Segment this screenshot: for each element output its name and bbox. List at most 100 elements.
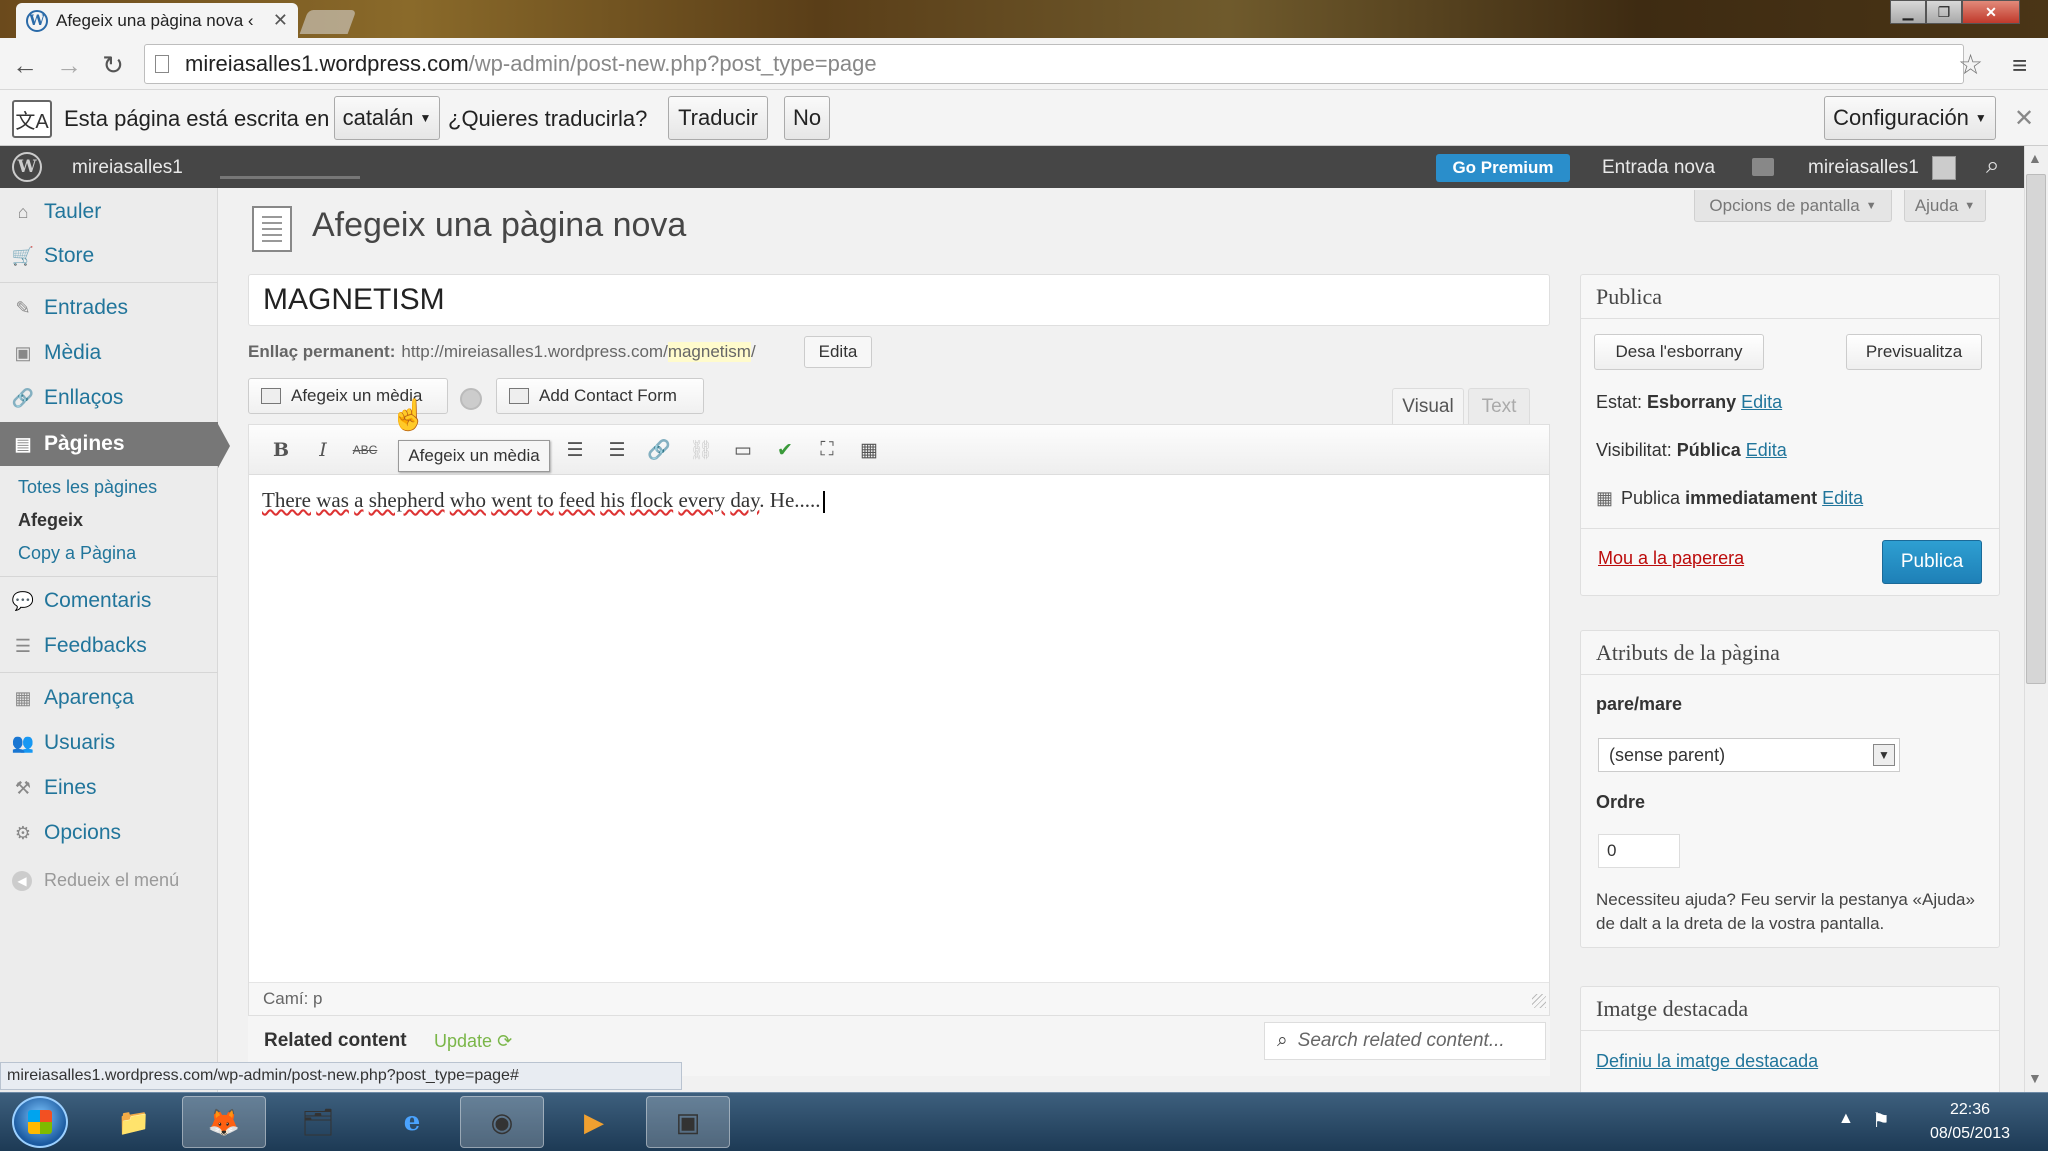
forward-arrow-icon[interactable]: → bbox=[52, 48, 86, 82]
set-featured-image-link[interactable]: Definiu la imatge destacada bbox=[1596, 1051, 1818, 1072]
sidebar-item-pagines[interactable]: ▤ Pàgines bbox=[0, 422, 218, 466]
translate-button[interactable]: Traducir bbox=[668, 96, 768, 140]
editor-path: Camí: p bbox=[249, 982, 1549, 1015]
reload-icon[interactable]: ↻ bbox=[96, 48, 130, 82]
add-contact-form-label: Add Contact Form bbox=[539, 386, 677, 405]
submenu-copy-page[interactable]: Copy a Pàgina bbox=[18, 543, 136, 564]
tab-visual[interactable]: Visual bbox=[1392, 388, 1464, 424]
scroll-up-icon[interactable]: ▲ bbox=[2028, 150, 2042, 166]
status-edit-link[interactable]: Edita bbox=[1741, 392, 1782, 413]
order-label: Ordre bbox=[1596, 792, 1646, 812]
explorer-icon[interactable]: 📁 bbox=[92, 1096, 176, 1148]
unlink-icon[interactable]: ⛓ bbox=[686, 436, 716, 464]
spellcheck-icon[interactable]: ✔ bbox=[770, 436, 800, 464]
poll-icon[interactable] bbox=[460, 388, 482, 410]
feedback-icon: ☰ bbox=[14, 635, 32, 656]
related-search-input[interactable]: ⌕ Search related content... bbox=[1264, 1022, 1546, 1060]
media-player-icon[interactable]: ▶ bbox=[552, 1096, 636, 1148]
tab-close-icon[interactable]: ✕ bbox=[273, 10, 288, 31]
address-bar[interactable]: mireiasalles1.wordpress.com/wp-admin/pos… bbox=[144, 44, 1964, 84]
save-draft-button[interactable]: Desa l'esborrany bbox=[1594, 334, 1764, 370]
avatar[interactable] bbox=[1932, 156, 1956, 180]
go-premium-button[interactable]: Go Premium bbox=[1436, 154, 1570, 182]
help-button[interactable]: Ajuda ▼ bbox=[1904, 190, 1986, 222]
system-clock[interactable]: 22:36 08/05/2013 bbox=[1910, 1098, 2030, 1146]
start-button[interactable] bbox=[12, 1096, 68, 1148]
scrollbar-thumb[interactable] bbox=[2026, 174, 2046, 684]
new-tab-button[interactable] bbox=[299, 10, 357, 34]
related-update-link[interactable]: Update ⟳ bbox=[434, 1031, 512, 1052]
notifications-icon[interactable] bbox=[1752, 158, 1774, 176]
editor-word: every bbox=[678, 488, 726, 512]
language-select[interactable]: catalán ▼ bbox=[334, 96, 440, 140]
sidebar-item-usuaris[interactable]: 👥 Usuaris bbox=[0, 721, 218, 765]
page-title: Afegeix una pàgina nova bbox=[312, 206, 687, 244]
sidebar-item-aparenca[interactable]: ▦ Aparença bbox=[0, 676, 218, 720]
sidebar-item-feedbacks[interactable]: ☰ Feedbacks bbox=[0, 624, 218, 668]
firefox-icon[interactable]: 🦊 bbox=[182, 1096, 266, 1148]
sidebar-item-eines[interactable]: ⚒ Eines bbox=[0, 766, 218, 810]
action-center-flag-icon[interactable]: ⚑ bbox=[1872, 1108, 1890, 1133]
strikethrough-icon[interactable]: ABC bbox=[350, 436, 380, 464]
permalink-edit-button[interactable]: Edita bbox=[804, 336, 872, 368]
new-post-link[interactable]: Entrada nova bbox=[1602, 157, 1715, 179]
site-name-link[interactable]: mireiasalles1 bbox=[72, 157, 183, 179]
chrome-icon[interactable]: ◉ bbox=[460, 1096, 544, 1148]
scroll-down-icon[interactable]: ▼ bbox=[2028, 1070, 2042, 1086]
align-center-icon[interactable]: ☰ bbox=[560, 436, 590, 464]
resize-handle-icon[interactable] bbox=[1532, 994, 1546, 1008]
window-close-button[interactable]: ✕ bbox=[1962, 0, 2020, 24]
bold-icon[interactable]: B bbox=[266, 436, 296, 464]
status-line: Estat: Esborrany Edita bbox=[1596, 392, 1782, 413]
sidebar-item-comentaris[interactable]: 💬 Comentaris bbox=[0, 579, 218, 623]
sidebar-item-opcions[interactable]: ⚙ Opcions bbox=[0, 811, 218, 855]
sidebar-item-media[interactable]: ▣ Mèdia bbox=[0, 331, 218, 375]
sidebar-item-store[interactable]: 🛒 Store bbox=[0, 234, 218, 278]
move-to-trash-link[interactable]: Mou a la paperera bbox=[1598, 548, 1744, 569]
tray-expand-icon[interactable]: ▲ bbox=[1838, 1110, 1854, 1128]
back-arrow-icon[interactable]: ← bbox=[8, 48, 42, 82]
chevron-down-icon: ▼ bbox=[1873, 744, 1895, 766]
submenu-add-new[interactable]: Afegeix bbox=[18, 510, 83, 531]
close-icon[interactable]: ✕ bbox=[2014, 104, 2034, 133]
internet-explorer-icon[interactable]: e bbox=[370, 1096, 454, 1148]
no-translate-button[interactable]: No bbox=[784, 96, 830, 140]
post-title-input[interactable]: MAGNETISM bbox=[248, 274, 1550, 326]
search-icon: ⌕ bbox=[1277, 1030, 1288, 1051]
browser-menu-icon[interactable]: ≡ bbox=[2012, 50, 2027, 81]
tab-title: Afegeix una pàgina nova ‹ bbox=[56, 10, 254, 30]
submenu-all-pages[interactable]: Totes les pàgines bbox=[18, 477, 157, 498]
sidebar-item-label: Feedbacks bbox=[44, 634, 147, 657]
wordpress-logo-icon[interactable]: W bbox=[12, 152, 42, 182]
window-maximize-button[interactable]: ❐ bbox=[1926, 0, 1962, 24]
user-menu-link[interactable]: mireiasalles1 bbox=[1808, 157, 1919, 179]
window-minimize-button[interactable]: ▁ bbox=[1890, 0, 1926, 24]
screen-options-button[interactable]: Opcions de pantalla ▼ bbox=[1694, 190, 1892, 222]
bookmark-star-icon[interactable]: ☆ bbox=[1958, 48, 1983, 81]
schedule-edit-link[interactable]: Edita bbox=[1822, 488, 1863, 509]
align-right-icon[interactable]: ☰ bbox=[602, 436, 632, 464]
translate-config-button[interactable]: Configuración ▼ bbox=[1824, 96, 1996, 140]
visibility-edit-link[interactable]: Edita bbox=[1746, 440, 1787, 461]
parent-select[interactable]: (sense parent) ▼ bbox=[1598, 738, 1900, 772]
search-icon[interactable]: ⌕ bbox=[1986, 152, 1999, 180]
insert-more-icon[interactable]: ▭ bbox=[728, 436, 758, 464]
publish-button[interactable]: Publica bbox=[1882, 540, 1982, 584]
tab-text[interactable]: Text bbox=[1468, 388, 1530, 424]
office-icon[interactable]: 🗂 bbox=[276, 1096, 360, 1148]
app-window-icon[interactable]: ▣ bbox=[646, 1096, 730, 1148]
fullscreen-icon[interactable]: ⛶ bbox=[812, 436, 842, 464]
preview-button[interactable]: Previsualitza bbox=[1846, 334, 1982, 370]
add-contact-form-button[interactable]: Add Contact Form bbox=[496, 378, 704, 414]
kitchen-sink-icon[interactable]: ▦ bbox=[854, 436, 884, 464]
sidebar-item-entrades[interactable]: ✎ Entrades bbox=[0, 286, 218, 330]
browser-tab-active[interactable]: W Afegeix una pàgina nova ‹ ✕ bbox=[16, 3, 298, 38]
editor-content[interactable]: There was a shepherd who went to feed hi… bbox=[262, 488, 825, 514]
sidebar-item-tauler[interactable]: ⌂ Tauler bbox=[0, 190, 218, 234]
order-input[interactable]: 0 bbox=[1598, 834, 1680, 868]
sidebar-item-enllacos[interactable]: 🔗 Enllaços bbox=[0, 376, 218, 420]
permalink-slug[interactable]: magnetism bbox=[667, 342, 751, 362]
italic-icon[interactable]: I bbox=[308, 436, 338, 464]
insert-link-icon[interactable]: 🔗 bbox=[644, 436, 674, 464]
collapse-menu-button[interactable]: ◀ Redueix el menú bbox=[12, 870, 179, 891]
